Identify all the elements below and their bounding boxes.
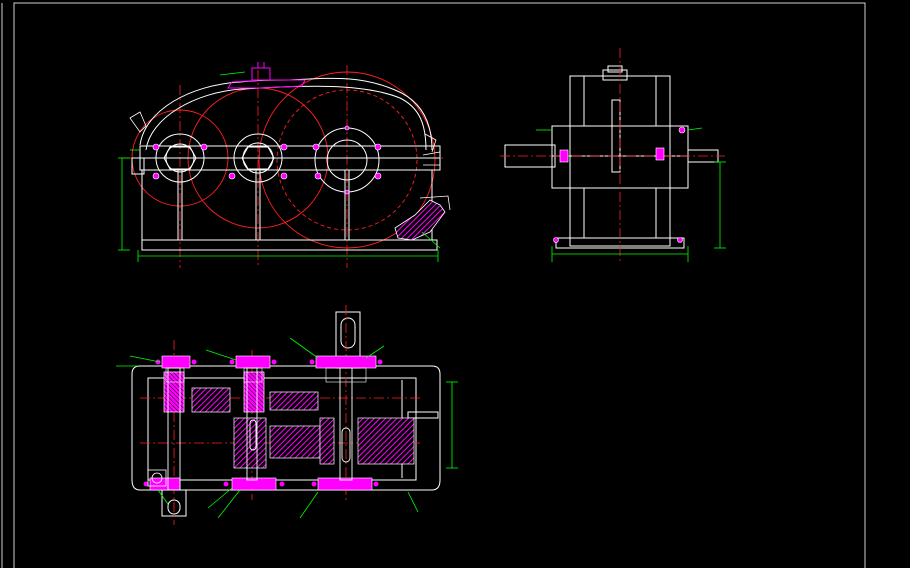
gear-sections: [163, 371, 415, 469]
drawing-frame: [1, 2, 866, 568]
cad-drawing: [1, 2, 866, 568]
inspection-cover: [227, 62, 306, 89]
center-lines: [122, 65, 445, 268]
top-section-view: [116, 305, 458, 525]
gear-pitch-circles: [131, 71, 436, 249]
front-view: [118, 62, 451, 268]
lifting-lugs: [129, 111, 441, 166]
side-view: [500, 48, 726, 262]
oil-sight-gauge: [394, 195, 451, 241]
front-dimensions: [118, 71, 441, 262]
bearing-housings: [155, 127, 380, 193]
cad-viewport[interactable]: [0, 0, 910, 568]
housing-outline: [131, 77, 441, 251]
